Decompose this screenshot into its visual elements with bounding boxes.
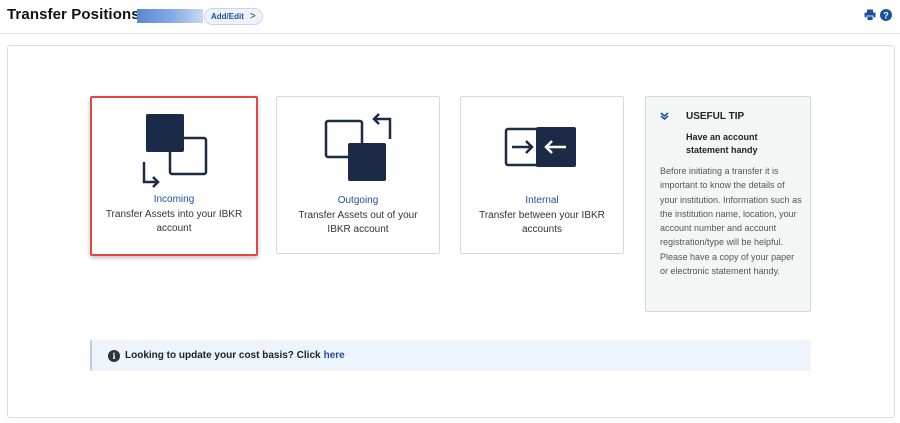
internal-transfer-icon [461,111,623,191]
tip-subheading: Have an account statement handy [686,132,758,155]
internal-title: Internal [525,195,559,206]
page-title: Transfer Positions [7,6,140,23]
internal-desc: Transfer between your IBKR accounts [479,210,605,235]
add-edit-button[interactable]: Add/Edit > [204,8,263,25]
help-icon[interactable]: ? [880,9,892,21]
account-selector-bar[interactable] [137,9,203,23]
cost-basis-link[interactable]: here [324,350,345,361]
svg-text:?: ? [883,10,889,20]
header-actions: ? [864,9,892,21]
outgoing-transfer-icon [277,111,439,191]
incoming-card[interactable]: Incoming Transfer Assets into your IBKR … [90,96,258,256]
notice-text: Looking to update your cost basis? Click [125,350,321,361]
tip-body: Before initiating a transfer it is impor… [660,166,802,277]
chevron-right-icon: > [249,11,256,22]
header-divider [0,33,900,34]
internal-card[interactable]: Internal Transfer between your IBKR acco… [460,96,624,254]
printer-icon[interactable] [864,9,876,21]
chevron-down-icon[interactable] [660,112,669,122]
info-icon: i [108,349,120,362]
page-header: Transfer Positions Add/Edit > ? [0,0,900,34]
useful-tip-box: USEFUL TIP Have an account statement han… [645,96,811,312]
tip-heading: USEFUL TIP [686,111,745,122]
incoming-transfer-icon [92,112,256,192]
outgoing-title: Outgoing [337,195,379,206]
incoming-title: Incoming [153,194,195,205]
outgoing-card[interactable]: Outgoing Transfer Assets out of your IBK… [276,96,440,254]
add-edit-label: Add/Edit [211,12,244,21]
incoming-desc: Transfer Assets into your IBKR account [105,209,243,234]
cost-basis-notice: i Looking to update your cost basis? Cli… [90,340,811,371]
outgoing-desc: Transfer Assets out of your IBKR account [298,210,418,235]
